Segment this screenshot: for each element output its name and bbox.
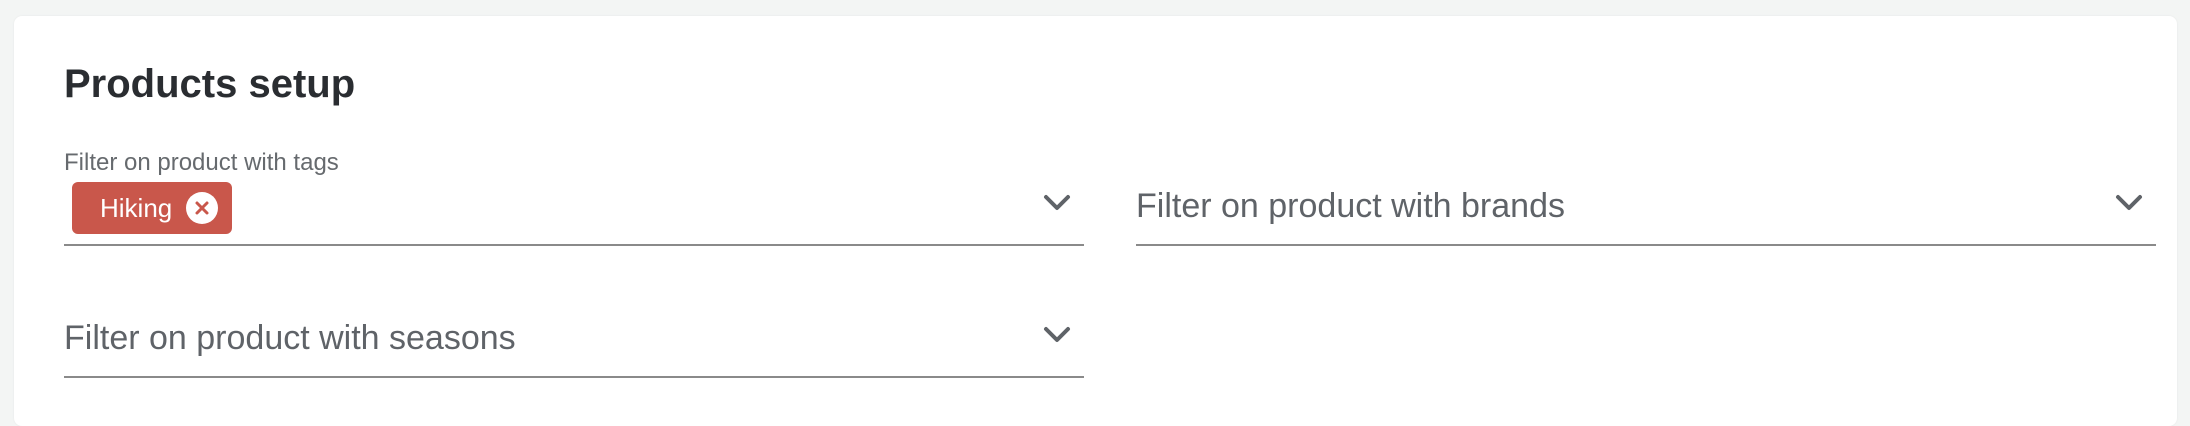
seasons-filter-select[interactable]: Filter on product with seasons xyxy=(64,294,1084,378)
tag-chip-label: Hiking xyxy=(100,192,173,223)
chip-remove-icon[interactable] xyxy=(186,192,219,224)
tag-chip-hiking: Hiking xyxy=(72,182,233,234)
products-setup-card: Products setup Filter on product with ta… xyxy=(14,16,2177,426)
tags-filter-select[interactable]: Filter on product with tags Hiking xyxy=(64,149,1084,246)
brands-filter-select[interactable]: Filter on product with brands xyxy=(1136,162,2156,246)
tags-filter-label: Filter on product with tags xyxy=(64,149,339,176)
page-title: Products setup xyxy=(64,62,356,106)
chevron-down-icon[interactable] xyxy=(1042,324,1072,346)
seasons-filter-placeholder: Filter on product with seasons xyxy=(64,319,516,357)
brands-filter-placeholder: Filter on product with brands xyxy=(1136,187,1565,225)
chevron-down-icon[interactable] xyxy=(1042,192,1072,214)
chevron-down-icon[interactable] xyxy=(2114,192,2144,214)
